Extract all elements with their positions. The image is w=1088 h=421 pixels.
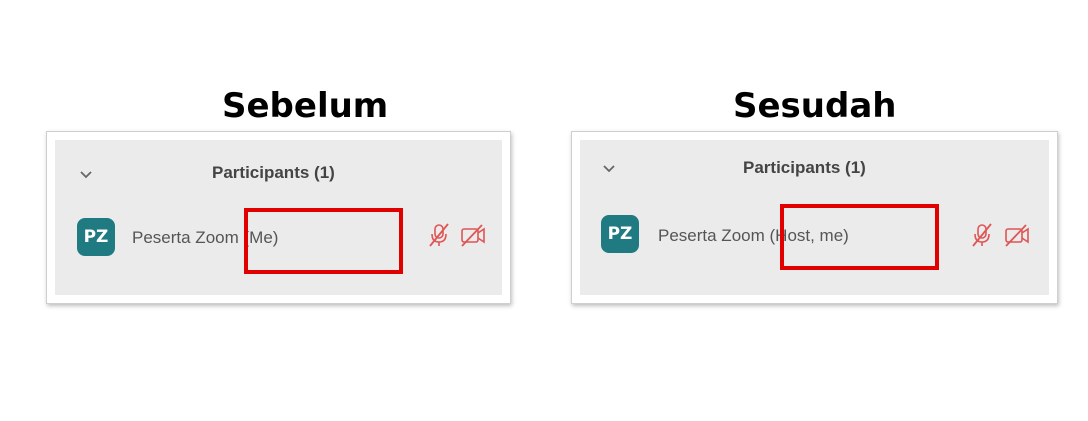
avatar: PZ — [77, 218, 115, 256]
chevron-down-icon[interactable] — [79, 168, 93, 182]
highlight-box — [780, 204, 939, 270]
chevron-down-icon[interactable] — [602, 162, 616, 176]
panel-title: Participants (1) — [743, 158, 866, 177]
video-off-icon[interactable] — [460, 222, 486, 248]
participant-name-text: Peserta Zoom — [658, 226, 765, 245]
before-heading: Sebelum — [222, 86, 389, 126]
mic-muted-icon[interactable] — [969, 222, 995, 248]
mic-muted-icon[interactable] — [426, 222, 452, 248]
video-off-icon[interactable] — [1004, 222, 1030, 248]
avatar: PZ — [601, 215, 639, 253]
highlight-box — [244, 208, 403, 274]
after-heading: Sesudah — [733, 86, 897, 126]
panel-title: Participants (1) — [212, 163, 335, 182]
participant-name-text: Peserta Zoom — [132, 228, 239, 247]
